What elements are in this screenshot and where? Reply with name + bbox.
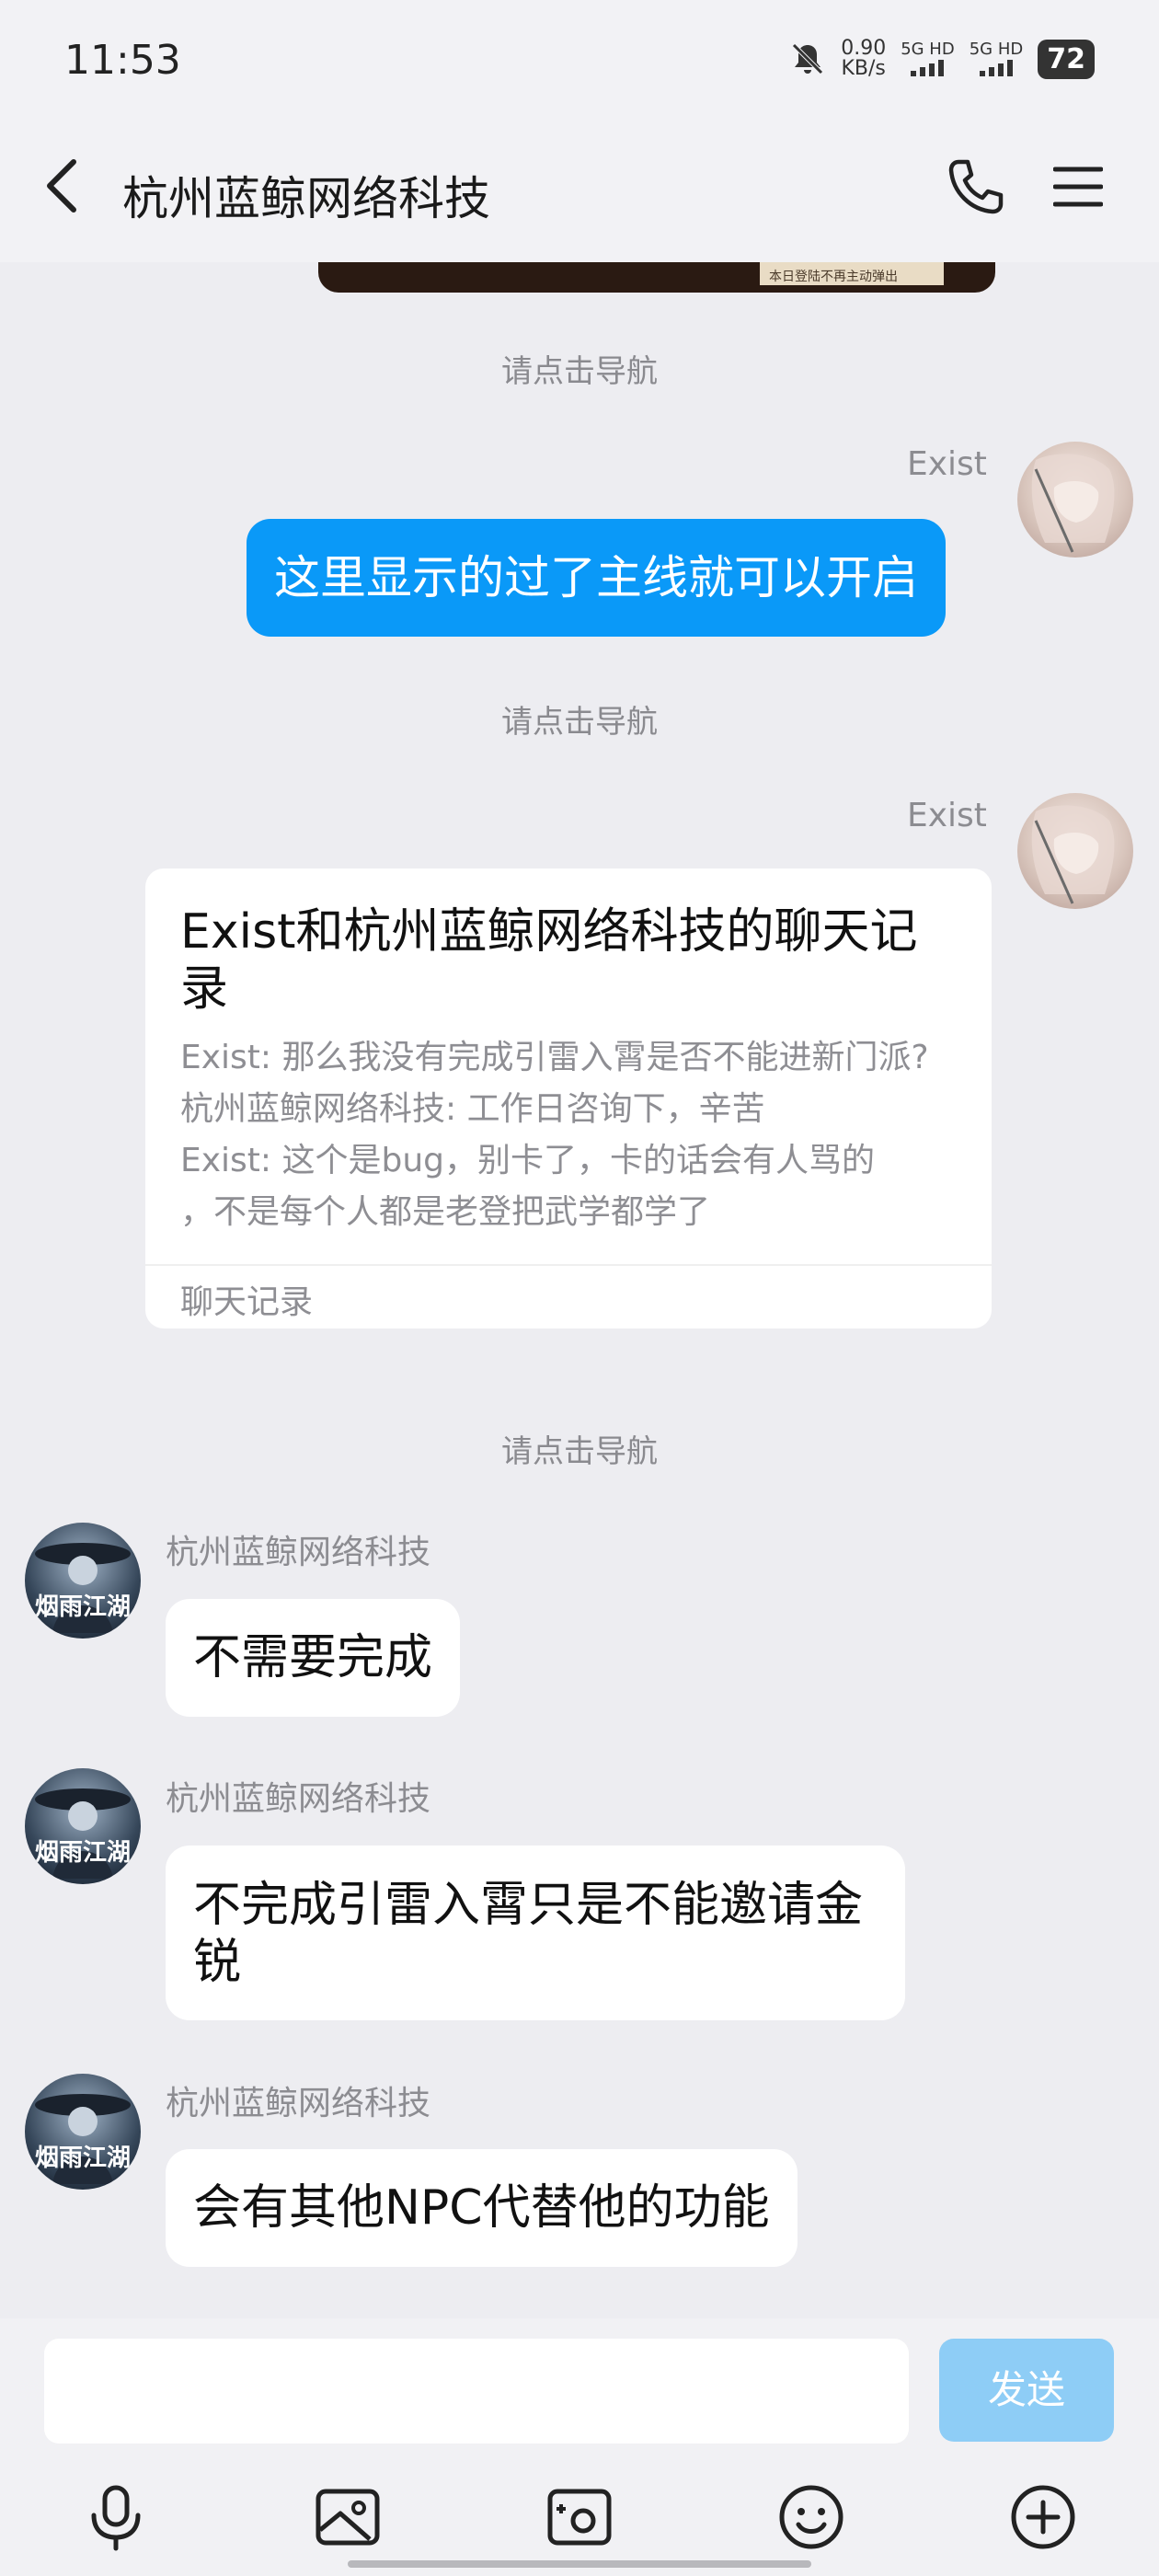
phone-icon[interactable] [946,156,1006,217]
avatar-image [1031,454,1115,553]
net-speed: 0.90 KB/s [841,39,886,79]
avatar-logo-text: 烟雨江湖 [35,1593,131,1621]
emoji-icon[interactable] [776,2482,846,2552]
card-line: 杭州蓝鲸网络科技: 工作日咨询下，辛苦 [180,1090,765,1128]
menu-icon[interactable] [1053,166,1103,208]
card-line: Exist: 这个是bug，别卡了，卡的话会有人骂的 [180,1142,876,1179]
plus-icon[interactable] [1008,2482,1078,2552]
battery-indicator: 72 [1038,39,1095,79]
image-icon[interactable] [313,2482,383,2552]
sender-name: Exist [907,445,987,483]
chat-title: 杭州蓝鲸网络科技 [122,172,490,225]
avatar-logo-text: 烟雨江湖 [35,1839,131,1867]
system-nav-hint[interactable]: 请点击导航 [0,1426,1159,1471]
card-footer: 聊天记录 [180,1283,314,1321]
send-button[interactable]: 发送 [939,2339,1114,2442]
message-input[interactable] [44,2339,909,2444]
signal-2-label: 5G HD [969,40,1024,59]
signal-1-label: 5G HD [901,40,955,59]
sender-name: Exist [907,797,987,834]
card-line: Exist: 那么我没有完成引雷入霄是否不能进新门派? [180,1039,929,1076]
image-caption: 本日登陆不再主动弹出 [769,270,898,284]
signal-2: 5G HD [969,40,1024,76]
status-icons: 0.90 KB/s 5G HD 5G HD 72 [789,39,1095,79]
signal-1: 5G HD [901,41,955,76]
chat-history-card[interactable]: Exist和杭州蓝鲸网络科技的聊天记录 Exist: 那么我没有完成引雷入霄是否… [145,868,992,1328]
sender-name: 杭州蓝鲸网络科技 [166,1534,431,1571]
avatar[interactable]: 烟雨江湖 [25,1768,141,1884]
message-bubble-received[interactable]: 不需要完成 [166,1599,461,1717]
divider [145,1264,992,1266]
microphone-icon[interactable] [81,2482,151,2552]
home-indicator[interactable] [348,2560,811,2568]
avatar[interactable]: 烟雨江湖 [25,1523,141,1639]
sender-name: 杭州蓝鲸网络科技 [166,2085,431,2122]
back-arrow-icon[interactable] [42,158,79,213]
signal-bars-icon [970,58,1024,76]
avatar[interactable]: 烟雨江湖 [25,2074,141,2190]
message-bubble-received[interactable]: 不完成引雷入霄只是不能邀请金锐 [166,1846,905,2020]
net-speed-value: 0.90 [841,37,887,60]
avatar-image: 烟雨江湖 [35,1788,131,1879]
net-speed-unit: KB/s [841,57,886,80]
card-title: Exist和杭州蓝鲸网络科技的聊天记录 [180,904,918,1017]
mute-bell-icon [792,43,823,75]
camera-icon[interactable] [545,2482,614,2552]
status-time: 11:53 [64,37,181,84]
signal-bars-icon [901,58,955,76]
sender-name: 杭州蓝鲸网络科技 [166,1780,431,1818]
avatar[interactable] [1017,442,1133,558]
avatar-image [1031,805,1115,904]
avatar-image: 烟雨江湖 [35,2094,131,2184]
avatar-logo-text: 烟雨江湖 [35,2145,131,2172]
system-nav-hint[interactable]: 请点击导航 [0,346,1159,391]
message-bubble-received[interactable]: 会有其他NPC代替他的功能 [166,2149,798,2267]
system-nav-hint[interactable]: 请点击导航 [0,696,1159,742]
card-line: ，不是每个人都是老登把武学都学了 [180,1193,711,1231]
top-bar: 11:53 0.90 KB/s 5G HD 5G HD 72 杭州蓝鲸网络科技 [0,0,1159,262]
avatar[interactable] [1017,793,1133,909]
avatar-image: 烟雨江湖 [35,1543,131,1633]
message-bubble-sent[interactable]: 这里显示的过了主线就可以开启 [247,519,946,637]
